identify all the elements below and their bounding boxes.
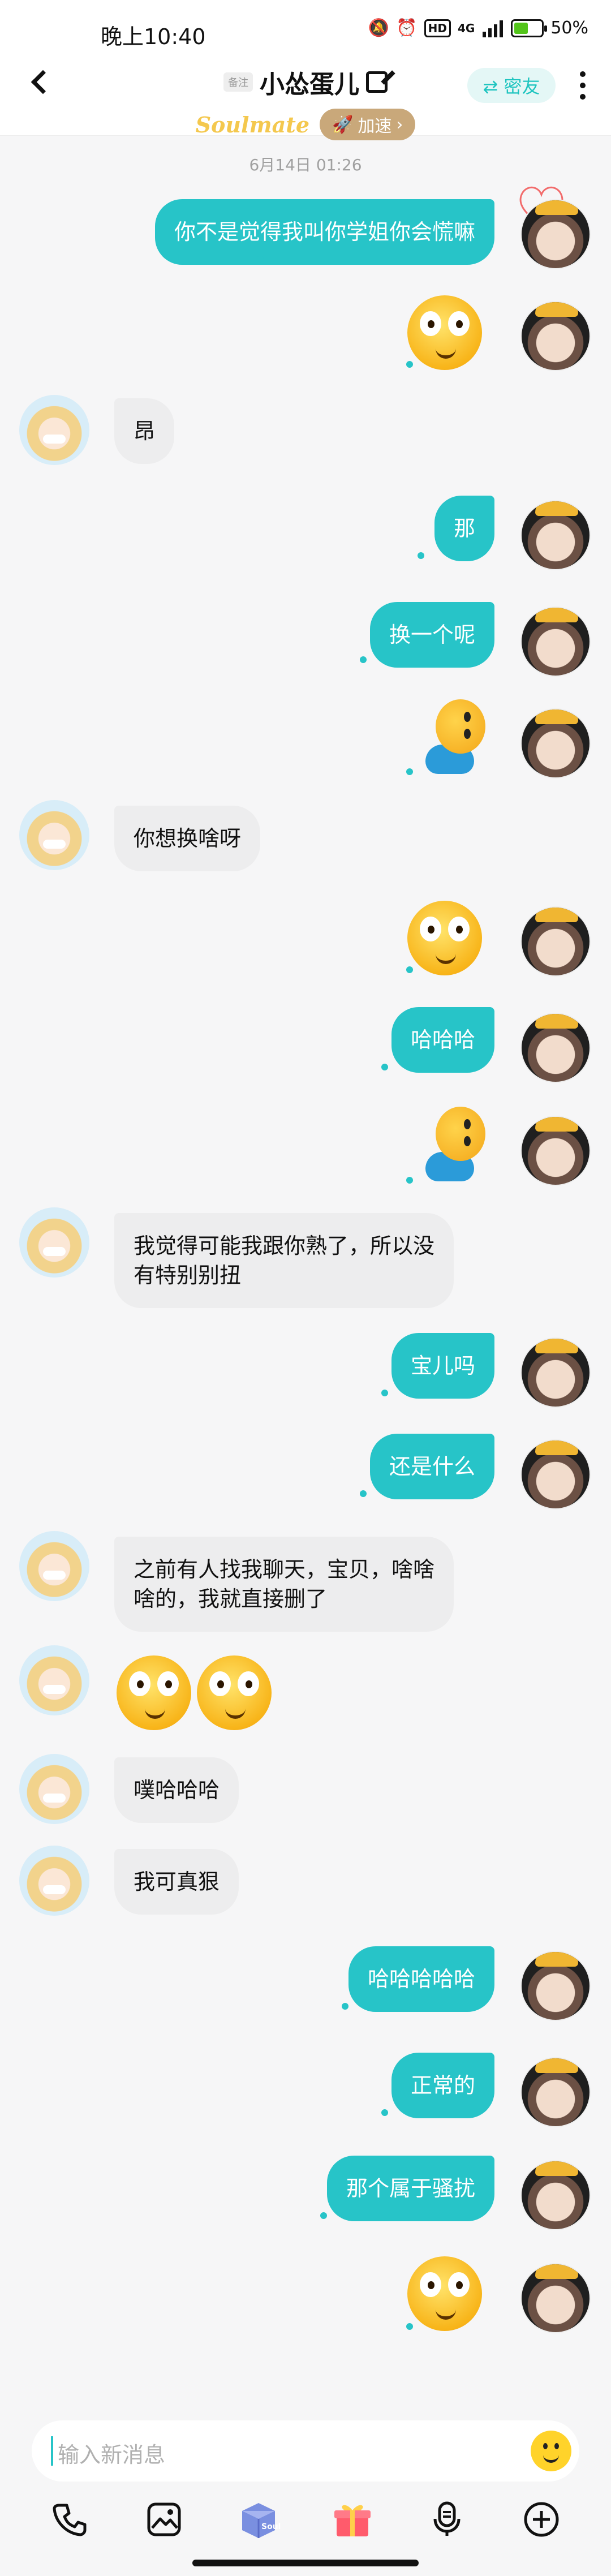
sent-dot bbox=[406, 1177, 413, 1184]
sent-dot bbox=[342, 2003, 348, 2010]
sent-dot bbox=[381, 2109, 388, 2116]
avatar-me[interactable] bbox=[520, 1439, 591, 1510]
speedup-label: 加速 bbox=[358, 117, 392, 136]
sent-dot bbox=[406, 768, 413, 775]
avatar-me[interactable] bbox=[520, 2263, 591, 2333]
chevron-right-icon: › bbox=[396, 114, 403, 135]
avatar-me[interactable] bbox=[520, 708, 591, 779]
smile-emoji-icon[interactable] bbox=[407, 295, 482, 370]
smile-emoji-icon[interactable] bbox=[197, 1655, 272, 1730]
voice-icon[interactable] bbox=[424, 2497, 470, 2542]
mute-icon: 🔕 bbox=[368, 18, 390, 38]
sent-dot bbox=[406, 361, 413, 368]
avatar-contact[interactable] bbox=[19, 1754, 89, 1824]
chat-screen: 晚上10:40 🔕 ⏰ HD 4G 50% 备注 小怂蛋儿 ⇄ 密友 Soulm… bbox=[0, 0, 611, 2576]
avatar-me[interactable] bbox=[520, 1951, 591, 2021]
message-bubble[interactable]: 还是什么 bbox=[369, 1434, 494, 1499]
sent-dot bbox=[381, 1390, 388, 1396]
sent-dot bbox=[320, 2212, 327, 2219]
avatar-me[interactable] bbox=[520, 1013, 591, 1083]
rocket-icon: 🚀 bbox=[332, 114, 354, 135]
more-options-button[interactable] bbox=[577, 68, 588, 103]
avatar-contact[interactable] bbox=[19, 1846, 89, 1916]
signal-icon bbox=[483, 20, 504, 37]
chat-header: 备注 小怂蛋儿 ⇄ 密友 Soulmate 🚀 加速 › bbox=[0, 51, 611, 140]
bottom-toolbar: Soul bbox=[0, 2488, 611, 2551]
avatar-contact[interactable] bbox=[19, 395, 89, 465]
soulmate-label: Soulmate bbox=[195, 111, 310, 137]
soulmate-row: Soulmate 🚀 加速 › bbox=[0, 107, 611, 141]
hd-icon: HD bbox=[424, 19, 451, 37]
remark-tag[interactable]: 备注 bbox=[223, 72, 253, 92]
network-label: 4G bbox=[457, 21, 475, 35]
battery-label: 50% bbox=[550, 18, 588, 38]
message-input[interactable]: 输入新消息 bbox=[32, 2420, 579, 2482]
soul-box-icon[interactable]: Soul bbox=[236, 2497, 281, 2542]
message-bubble[interactable]: 我觉得可能我跟你熟了，所以没 有特别别扭 bbox=[114, 1213, 454, 1308]
sent-dot bbox=[257, 256, 264, 263]
avatar-contact[interactable] bbox=[19, 1531, 89, 1601]
sent-dot bbox=[360, 1490, 367, 1497]
status-icons: 🔕 ⏰ HD 4G 50% bbox=[368, 18, 588, 38]
avatar-contact[interactable] bbox=[19, 800, 89, 870]
smile-emoji-icon[interactable] bbox=[407, 901, 482, 975]
peek-sticker-icon[interactable] bbox=[425, 1107, 487, 1181]
avatar-contact[interactable] bbox=[19, 1645, 89, 1715]
message-bubble[interactable]: 正常的 bbox=[391, 2053, 494, 2118]
home-indicator[interactable] bbox=[192, 2560, 419, 2566]
message-bubble[interactable]: 你不是觉得我叫你学姐你会慌嘛 bbox=[154, 199, 494, 265]
avatar-me[interactable] bbox=[520, 500, 591, 570]
message-bubble[interactable]: 换一个呢 bbox=[369, 602, 494, 668]
text-cursor bbox=[51, 2436, 53, 2466]
sent-dot bbox=[406, 966, 413, 973]
avatar-me[interactable] bbox=[520, 2160, 591, 2230]
message-bubble[interactable]: 哈哈哈 bbox=[391, 1007, 494, 1073]
input-placeholder: 输入新消息 bbox=[58, 2442, 166, 2467]
svg-text:Soul: Soul bbox=[261, 2522, 281, 2531]
alarm-icon: ⏰ bbox=[396, 18, 418, 38]
message-bubble[interactable]: 你想换啥呀 bbox=[114, 806, 261, 871]
speedup-button[interactable]: 🚀 加速 › bbox=[320, 109, 416, 140]
status-time: 晚上10:40 bbox=[101, 24, 206, 49]
phone-icon[interactable] bbox=[47, 2497, 92, 2542]
message-bubble[interactable]: 宝儿吗 bbox=[391, 1333, 494, 1399]
plus-icon[interactable] bbox=[519, 2497, 564, 2542]
avatar-me[interactable] bbox=[520, 607, 591, 677]
message-line: 有特别别扭 bbox=[134, 1263, 242, 1288]
battery-icon bbox=[511, 19, 548, 37]
message-timestamp: 6月14日 01:26 bbox=[249, 156, 362, 174]
message-bubble[interactable]: 那 bbox=[434, 496, 494, 561]
sent-dot bbox=[360, 656, 367, 663]
message-bubble[interactable]: 那个属于骚扰 bbox=[326, 2156, 494, 2221]
gift-icon[interactable] bbox=[330, 2497, 375, 2542]
sent-dot bbox=[406, 2323, 413, 2330]
edit-icon[interactable] bbox=[366, 71, 388, 93]
intimate-friend-button[interactable]: ⇄ 密友 bbox=[467, 68, 556, 103]
avatar-me[interactable] bbox=[520, 1116, 591, 1186]
smile-emoji-icon[interactable] bbox=[117, 1655, 191, 1730]
avatar-me[interactable] bbox=[520, 301, 591, 371]
contact-name: 小怂蛋儿 bbox=[260, 70, 359, 99]
message-bubble[interactable]: 哈哈哈哈哈 bbox=[348, 1946, 494, 2012]
avatar-me[interactable] bbox=[520, 1338, 591, 1408]
message-line: 啥的，我就直接删了 bbox=[134, 1586, 328, 1611]
avatar-contact[interactable] bbox=[19, 1207, 89, 1278]
message-line: 我觉得可能我跟你熟了，所以没 bbox=[134, 1233, 435, 1258]
message-bubble[interactable]: 我可真狠 bbox=[114, 1849, 239, 1915]
smile-emoji-icon[interactable] bbox=[407, 2256, 482, 2331]
sent-dot bbox=[381, 1064, 388, 1070]
message-bubble[interactable]: 之前有人找我聊天，宝贝，啥啥 啥的，我就直接删了 bbox=[114, 1537, 454, 1632]
emoji-picker-button[interactable] bbox=[531, 2431, 571, 2471]
message-bubble[interactable]: 昂 bbox=[114, 398, 175, 464]
avatar-me[interactable] bbox=[520, 2057, 591, 2127]
image-icon[interactable] bbox=[141, 2497, 187, 2542]
avatar-me[interactable] bbox=[520, 906, 591, 977]
message-bubble[interactable]: 噗哈哈哈 bbox=[114, 1757, 239, 1823]
peek-sticker-icon[interactable] bbox=[425, 699, 487, 774]
avatar-me[interactable] bbox=[520, 199, 591, 269]
message-line: 之前有人找我聊天，宝贝，啥啥 bbox=[134, 1557, 435, 1582]
sent-dot bbox=[418, 552, 424, 559]
